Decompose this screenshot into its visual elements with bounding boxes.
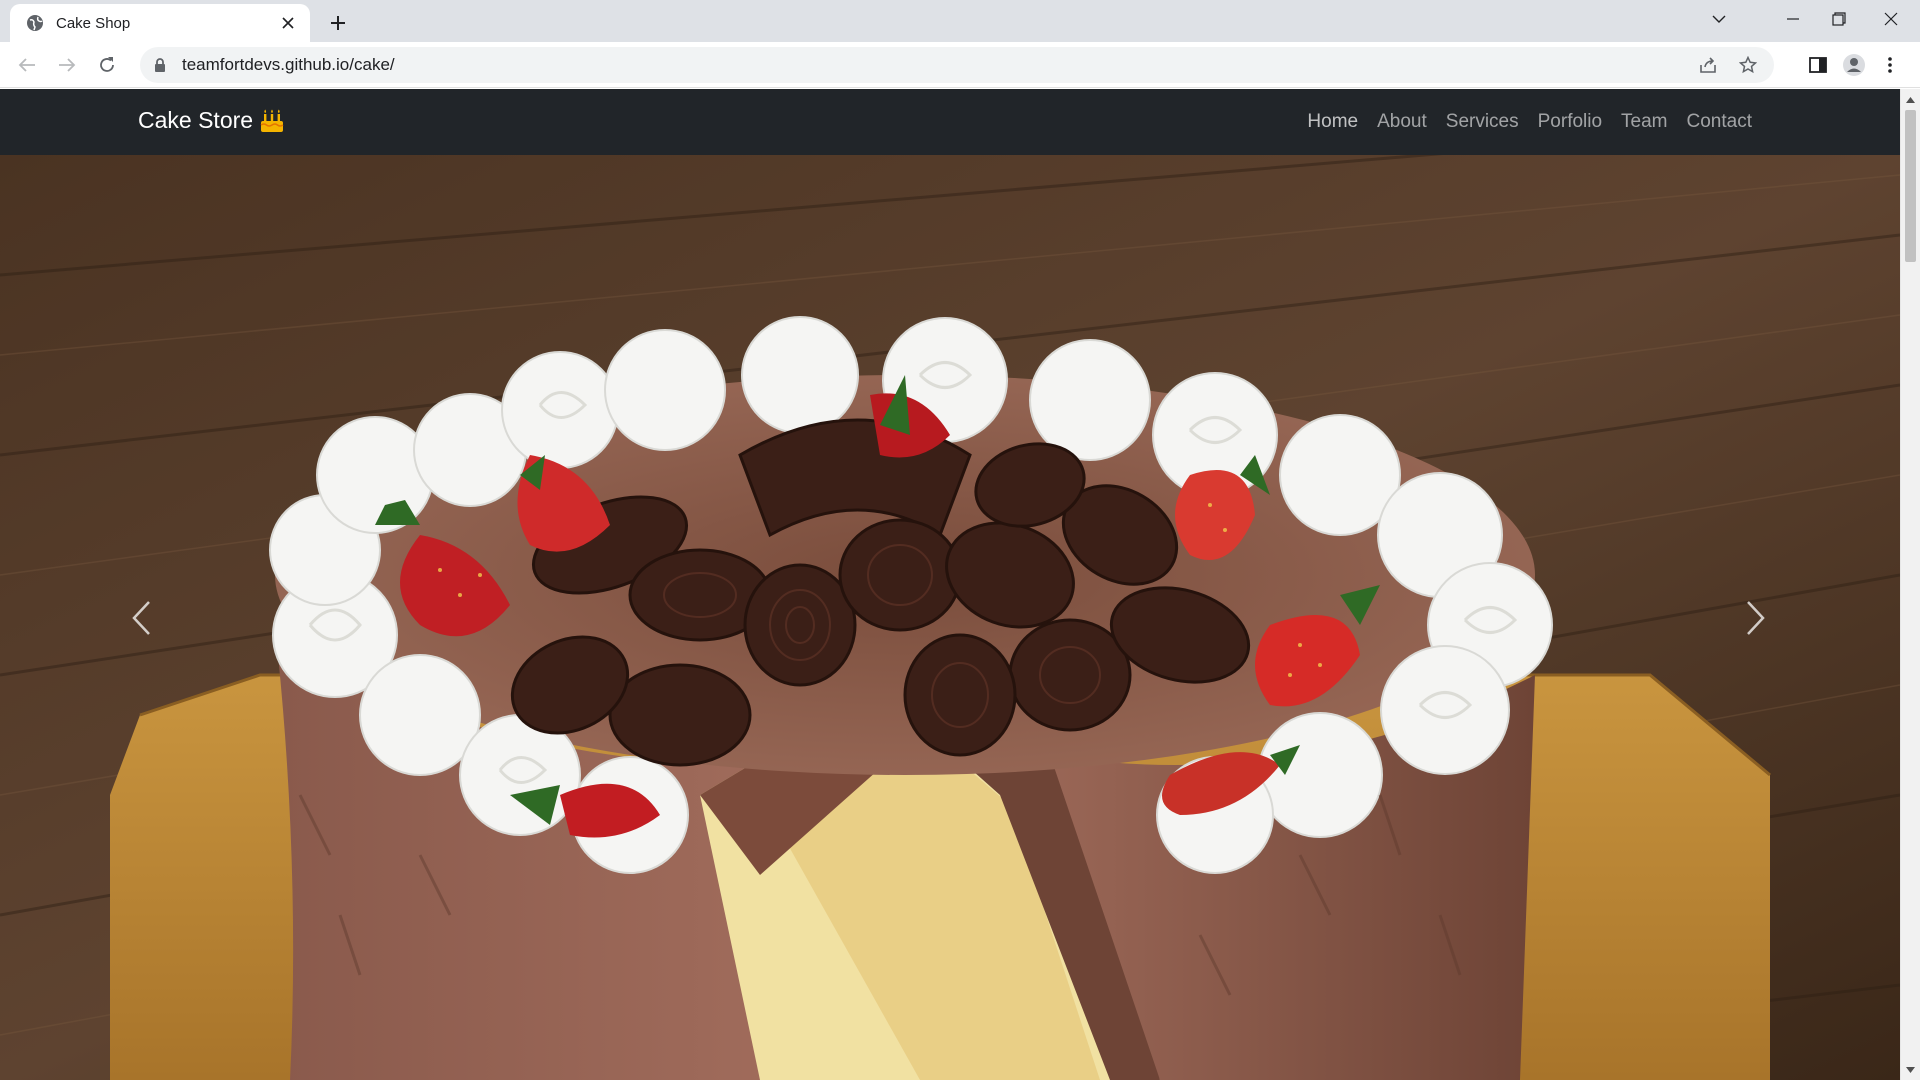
reload-icon[interactable] bbox=[92, 50, 122, 80]
share-icon[interactable] bbox=[1694, 51, 1722, 79]
window-controls bbox=[1696, 0, 1920, 38]
side-panel-icon[interactable] bbox=[1800, 50, 1836, 80]
bookmark-star-icon[interactable] bbox=[1734, 51, 1762, 79]
page-scrollbar[interactable] bbox=[1900, 89, 1920, 1080]
browser-toolbar: teamfortdevs.github.io/cake/ bbox=[0, 42, 1920, 88]
tab-title: Cake Shop bbox=[56, 14, 131, 32]
nav-link-contact[interactable]: Contact bbox=[1687, 109, 1752, 135]
carousel-next-button[interactable] bbox=[1686, 155, 1826, 1080]
carousel-prev-button[interactable] bbox=[71, 155, 211, 1080]
minimize-icon[interactable] bbox=[1770, 0, 1816, 38]
profile-avatar-icon[interactable] bbox=[1836, 50, 1872, 80]
site-brand[interactable]: Cake Store bbox=[138, 107, 285, 134]
tab-close-icon[interactable] bbox=[278, 13, 298, 33]
restore-icon[interactable] bbox=[1816, 0, 1862, 38]
more-menu-icon[interactable] bbox=[1872, 50, 1908, 80]
forward-arrow-icon[interactable] bbox=[52, 50, 82, 80]
nav-link-portfolio[interactable]: Porfolio bbox=[1538, 109, 1602, 135]
nav-link-about[interactable]: About bbox=[1377, 109, 1427, 135]
close-window-icon[interactable] bbox=[1862, 0, 1920, 38]
site-navbar: Cake Store Home About Services Porfolio … bbox=[0, 89, 1900, 155]
address-bar[interactable]: teamfortdevs.github.io/cake/ bbox=[140, 47, 1774, 83]
url-text[interactable]: teamfortdevs.github.io/cake/ bbox=[182, 55, 1694, 75]
nav-link-team[interactable]: Team bbox=[1621, 109, 1667, 135]
chevron-right-icon bbox=[1747, 600, 1765, 635]
new-tab-button[interactable] bbox=[324, 9, 352, 37]
page-viewport: Cake Store Home About Services Porfolio … bbox=[0, 89, 1920, 1080]
browser-tab-strip: Cake Shop bbox=[0, 0, 1920, 42]
nav-link-home[interactable]: Home bbox=[1307, 109, 1358, 135]
hero-carousel bbox=[0, 155, 1900, 1080]
globe-icon bbox=[27, 15, 43, 31]
scroll-down-arrow-icon[interactable] bbox=[1901, 1061, 1920, 1078]
birthday-cake-icon bbox=[260, 109, 284, 132]
scrollbar-thumb[interactable] bbox=[1905, 110, 1916, 262]
back-arrow-icon[interactable] bbox=[12, 50, 42, 80]
browser-tab[interactable]: Cake Shop bbox=[10, 4, 310, 42]
scroll-up-arrow-icon[interactable] bbox=[1901, 91, 1920, 108]
brand-name: Cake Store bbox=[138, 107, 254, 133]
tab-search-chevron-icon[interactable] bbox=[1696, 0, 1742, 38]
chevron-left-icon bbox=[132, 600, 150, 635]
lock-icon[interactable] bbox=[152, 57, 168, 73]
site-menu: Home About Services Porfolio Team Contac… bbox=[1288, 109, 1752, 135]
nav-link-services[interactable]: Services bbox=[1446, 109, 1519, 135]
cake-photo bbox=[0, 155, 1900, 1080]
